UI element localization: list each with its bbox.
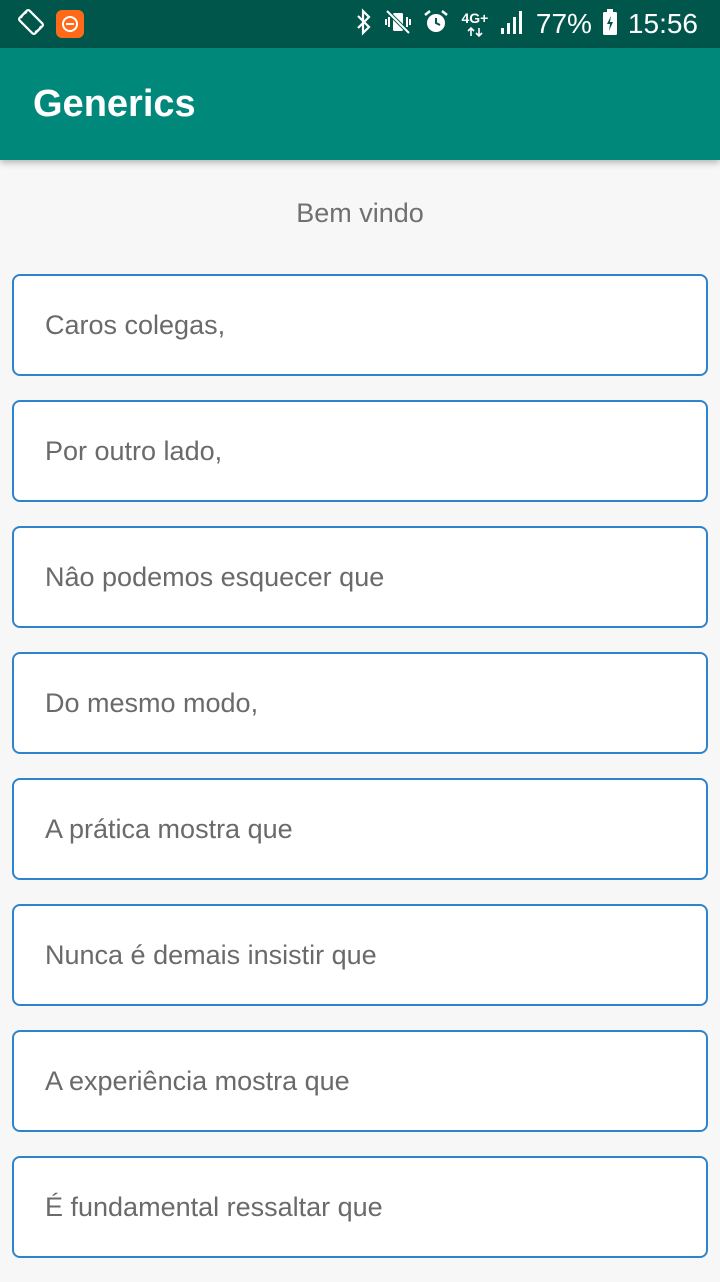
welcome-text: Bem vindo (296, 198, 424, 228)
phrase-button-nao-podemos-esquecer[interactable]: Nâo podemos esquecer que (12, 526, 708, 628)
app-title: Generics (33, 83, 196, 125)
battery-percent: 77% (535, 8, 592, 39)
bluetooth-icon (354, 7, 374, 41)
phrase-list: Caros colegas, Por outro lado, Nâo podem… (12, 274, 708, 1282)
signal-icon (500, 8, 526, 41)
phrase-button-do-mesmo-modo[interactable]: Do mesmo modo, (12, 652, 708, 754)
status-right-icons: 4G+ 77% 15:56 (354, 6, 698, 42)
phrase-button-por-outro-lado[interactable]: Por outro lado, (12, 400, 708, 502)
screen-rotation-icon (18, 8, 44, 40)
status-time: 15:56 (627, 8, 698, 39)
phrase-button-e-fundamental[interactable]: É fundamental ressaltar que (12, 1156, 708, 1258)
app-notification-icon (56, 10, 84, 38)
status-left-icons (18, 8, 84, 40)
vibrate-off-icon (384, 8, 412, 41)
alarm-icon (422, 8, 450, 41)
phrase-button-a-experiencia-mostra[interactable]: A experiência mostra que (12, 1030, 708, 1132)
battery-charging-icon (602, 8, 618, 41)
phrase-button-nunca-e-demais[interactable]: Nunca é demais insistir que (12, 904, 708, 1006)
network-type-label: 4G+ (461, 10, 489, 26)
4g-icon: 4G+ (460, 11, 490, 37)
phrase-button-a-pratica-mostra[interactable]: A prática mostra que (12, 778, 708, 880)
app-toolbar: Generics (0, 48, 720, 160)
phrase-button-caros-colegas[interactable]: Caros colegas, (12, 274, 708, 376)
status-bar: 4G+ 77% 15:56 (0, 0, 720, 48)
